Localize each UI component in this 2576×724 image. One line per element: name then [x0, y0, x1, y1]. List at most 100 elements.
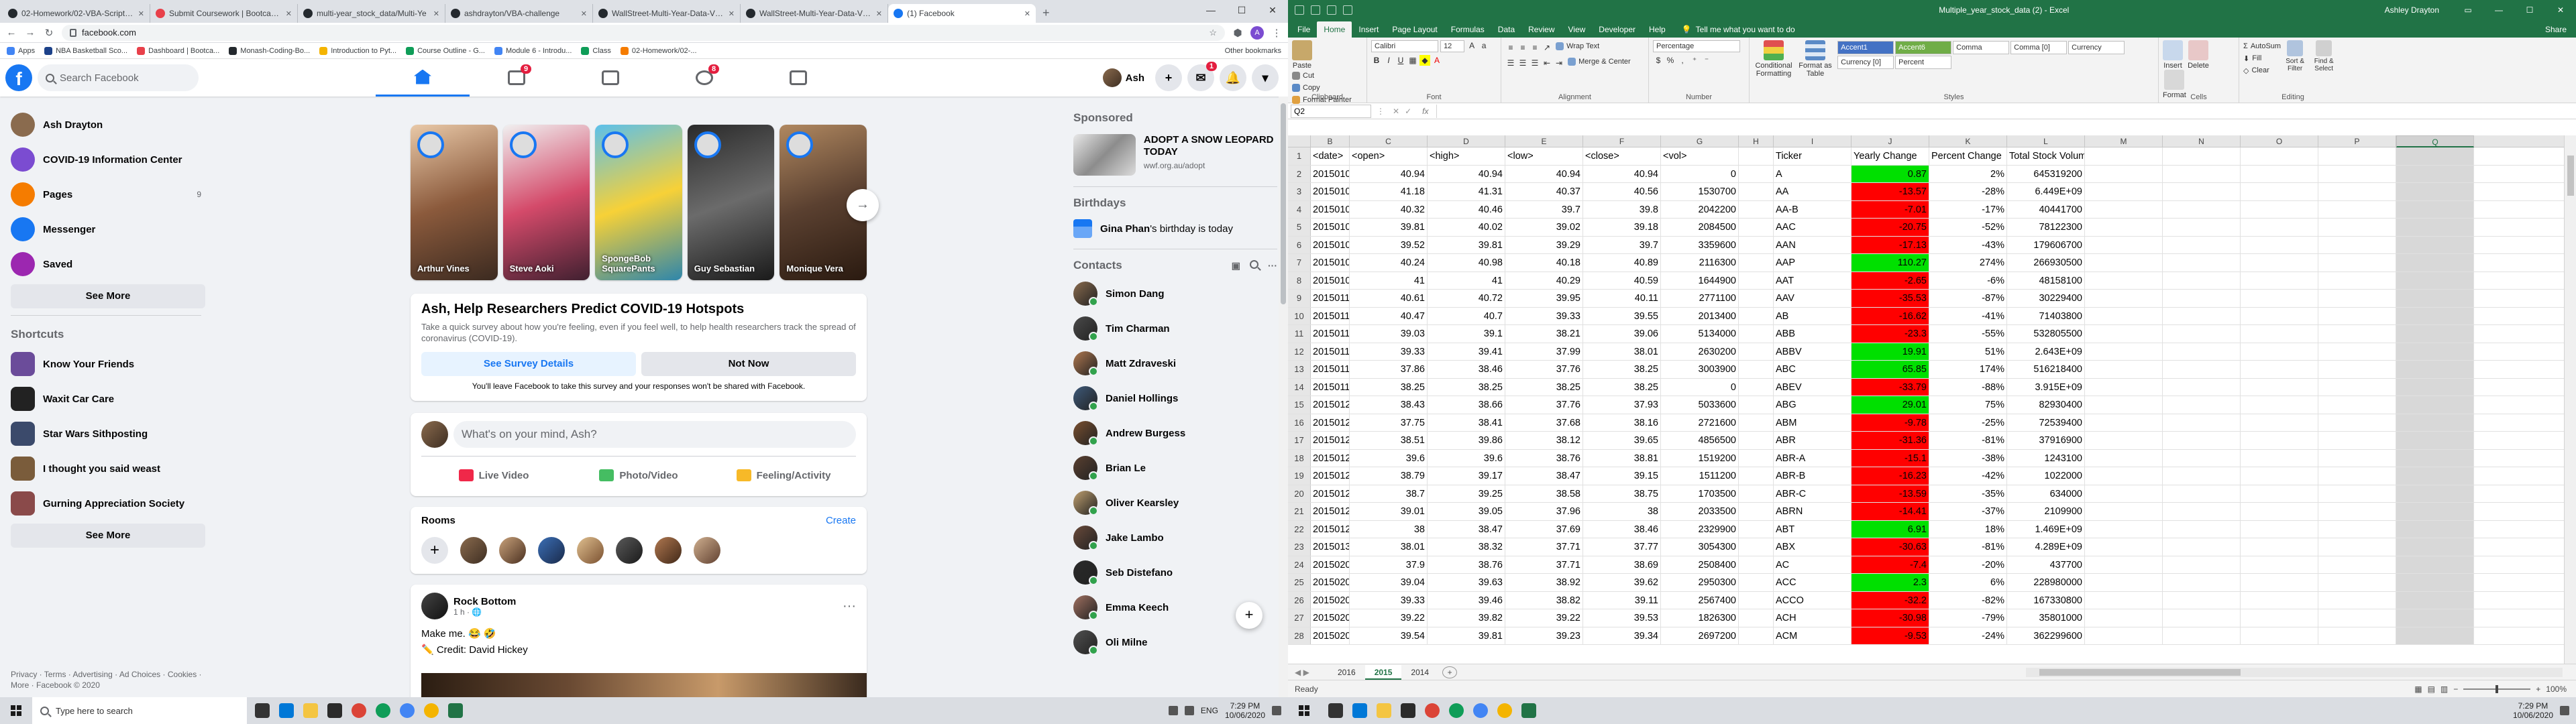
row-header[interactable]: 6 [1288, 236, 1311, 253]
cell[interactable] [1739, 343, 1774, 360]
contact-item[interactable]: Daniel Hollings [1068, 381, 1283, 416]
row-header[interactable]: 10 [1288, 307, 1311, 324]
cell[interactable]: 0.87 [1851, 165, 1929, 182]
cell[interactable] [1739, 520, 1774, 538]
column-header[interactable]: D [1428, 135, 1505, 147]
cell[interactable] [2085, 467, 2163, 485]
bookmark-item[interactable]: Course Outline - G... [406, 46, 485, 55]
bookmark-item[interactable]: Module 6 - Introdu... [494, 46, 572, 55]
cell[interactable] [1739, 183, 1774, 200]
cell[interactable] [2163, 609, 2241, 627]
maximize-icon[interactable]: ☐ [1226, 0, 1257, 23]
cell[interactable]: ABM [1774, 414, 1851, 431]
cell[interactable] [2241, 467, 2318, 485]
normal-view-icon[interactable]: ▦ [2414, 684, 2422, 694]
scrollbar-thumb[interactable] [1281, 103, 1286, 304]
contact-item[interactable]: Brian Le [1068, 450, 1283, 485]
composer-action[interactable]: Live Video [421, 462, 566, 489]
cell[interactable]: 1519200 [1661, 449, 1739, 467]
cell[interactable] [2396, 556, 2474, 573]
cell[interactable] [2163, 219, 2241, 236]
contact-item[interactable]: Simon Dang [1068, 276, 1283, 311]
cell[interactable] [2163, 325, 2241, 343]
cell[interactable] [1739, 325, 1774, 343]
cell[interactable]: 51% [1929, 343, 2007, 360]
browser-tab[interactable]: WallStreet-Multi-Year-Data-VBA ✕ [741, 4, 888, 23]
format-as-table-button[interactable]: Format as Table [1799, 40, 1832, 78]
cell[interactable]: 38.81 [1583, 449, 1661, 467]
close-icon[interactable]: ✕ [1257, 0, 1288, 23]
cell[interactable]: 39.52 [1350, 236, 1428, 253]
redo-icon[interactable] [1327, 5, 1336, 15]
cell[interactable]: 39.06 [1583, 325, 1661, 343]
font-color-icon[interactable]: A [1432, 55, 1442, 66]
cell[interactable] [2396, 503, 2474, 520]
cell[interactable]: 40.24 [1350, 254, 1428, 272]
close-tab-icon[interactable]: ✕ [729, 9, 735, 18]
cell[interactable]: 37916900 [2007, 432, 2085, 449]
chrome-profile-icon[interactable] [376, 703, 390, 718]
cell[interactable]: 3003900 [1661, 361, 1739, 378]
cell[interactable]: 20150121 [1311, 414, 1350, 431]
cell[interactable]: 2042200 [1661, 200, 1739, 218]
cell[interactable] [2163, 200, 2241, 218]
row-header[interactable]: 26 [1288, 591, 1311, 609]
cell[interactable] [2396, 343, 2474, 360]
cell[interactable]: 20150130 [1311, 538, 1350, 556]
composer-action[interactable]: Photo/Video [566, 462, 711, 489]
cell[interactable]: 40.94 [1428, 165, 1505, 182]
row-header[interactable]: 8 [1288, 272, 1311, 289]
cell[interactable]: 20150203 [1311, 574, 1350, 591]
cell[interactable] [2396, 183, 2474, 200]
cell[interactable]: 20150126 [1311, 467, 1350, 485]
cell[interactable] [2241, 627, 2318, 644]
ribbon-tab-page-layout[interactable]: Page Layout [1385, 21, 1444, 38]
cell[interactable] [2396, 236, 2474, 253]
cell[interactable]: 39.33 [1350, 591, 1428, 609]
cell[interactable]: 39.55 [1583, 307, 1661, 324]
cell[interactable] [2241, 432, 2318, 449]
share-button[interactable]: Share [2545, 21, 2576, 38]
cell[interactable]: 38.43 [1350, 396, 1428, 414]
cell[interactable]: 38.41 [1428, 414, 1505, 431]
bookmark-item[interactable]: NBA Basketball Sco... [44, 46, 127, 55]
cell[interactable] [2318, 432, 2396, 449]
cell[interactable]: ABRN [1774, 503, 1851, 520]
contact-item[interactable]: Seb Distefano [1068, 555, 1283, 590]
shortcut-item[interactable]: I thought you said weast [5, 451, 207, 486]
cell[interactable] [2163, 290, 2241, 307]
cell[interactable]: -9.78 [1851, 414, 1929, 431]
cell[interactable]: 39.34 [1583, 627, 1661, 644]
cell[interactable] [1739, 538, 1774, 556]
cell[interactable] [2396, 307, 2474, 324]
cell[interactable]: 38.75 [1583, 485, 1661, 502]
cell[interactable] [2163, 556, 2241, 573]
paste-button[interactable]: Paste [1292, 40, 1312, 70]
cell[interactable]: 38 [1583, 503, 1661, 520]
cell[interactable] [2241, 574, 2318, 591]
cell[interactable] [1739, 290, 1774, 307]
row-header[interactable]: 9 [1288, 290, 1311, 307]
cell[interactable] [2163, 361, 2241, 378]
cell[interactable]: 37.76 [1505, 396, 1583, 414]
column-header[interactable]: N [2163, 135, 2241, 147]
cell[interactable]: <low> [1505, 147, 1583, 165]
row-header[interactable]: 7 [1288, 254, 1311, 272]
sidebar-item[interactable]: Saved [5, 247, 207, 282]
cell[interactable] [2163, 307, 2241, 324]
cell[interactable] [1739, 219, 1774, 236]
cell[interactable] [2318, 609, 2396, 627]
cell[interactable]: 20150119 [1311, 378, 1350, 396]
cell[interactable]: -7.01 [1851, 200, 1929, 218]
cell[interactable]: 30229400 [2007, 290, 2085, 307]
cell[interactable]: 20150114 [1311, 325, 1350, 343]
row-header[interactable]: 16 [1288, 414, 1311, 431]
cell[interactable]: -32.2 [1851, 591, 1929, 609]
cell[interactable]: 39.53 [1583, 609, 1661, 627]
cancel-icon[interactable]: ✕ [1390, 107, 1402, 116]
cell[interactable]: 20150123 [1311, 449, 1350, 467]
row-header[interactable]: 2 [1288, 165, 1311, 182]
cell[interactable]: ACM [1774, 627, 1851, 644]
bookmark-item[interactable]: Apps [7, 46, 35, 55]
cell[interactable]: ACCO [1774, 591, 1851, 609]
